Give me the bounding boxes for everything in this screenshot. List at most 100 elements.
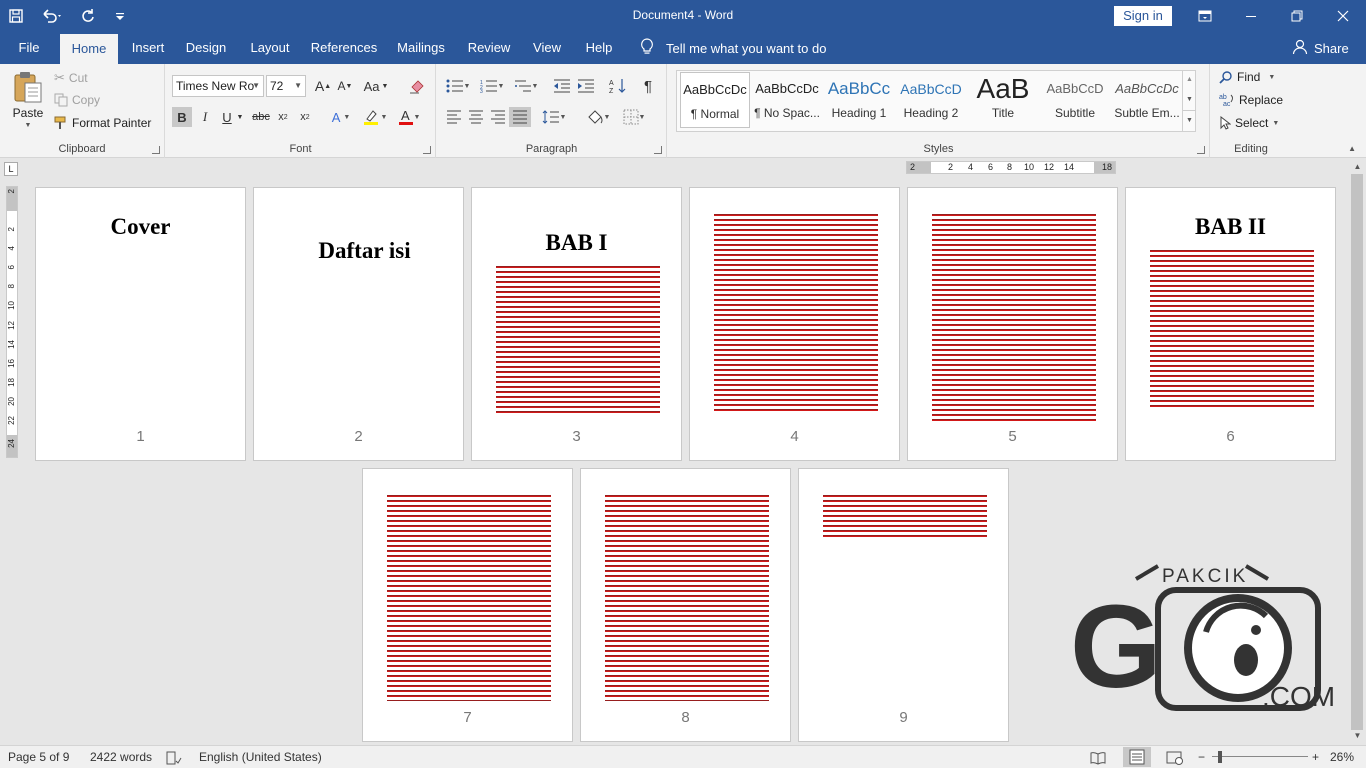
vertical-ruler[interactable]: 2 2 4 6 8 10 12 14 16 18 20 22 24 <box>6 186 18 458</box>
line-spacing-icon[interactable]: ▼ <box>539 107 569 127</box>
proofing-icon[interactable] <box>166 750 182 765</box>
multilevel-list-icon[interactable]: ▼ <box>511 76 541 96</box>
numbering-icon[interactable]: 1 2 3 ▼ <box>477 76 507 96</box>
align-left-icon[interactable] <box>443 107 465 127</box>
tab-layout[interactable]: Layout <box>244 32 296 64</box>
minimize-icon[interactable] <box>1228 0 1274 32</box>
horizontal-ruler[interactable]: 2 2 4 6 8 10 12 14 18 <box>906 161 1116 174</box>
bold-icon[interactable]: B <box>172 107 192 127</box>
superscript-icon[interactable]: x2 <box>294 107 316 127</box>
page-thumbnail-3[interactable]: BAB I 3 <box>471 187 682 461</box>
style-subtle-emphasis[interactable]: AaBbCcDc Subtle Em... <box>1112 72 1182 128</box>
read-mode-icon[interactable] <box>1090 750 1106 765</box>
page-count-status[interactable]: Page 5 of 9 <box>8 746 69 768</box>
font-dialog-launcher-icon[interactable] <box>423 146 431 154</box>
restore-icon[interactable] <box>1274 0 1320 32</box>
align-center-icon[interactable] <box>465 107 487 127</box>
cut-button[interactable]: ✂ Cut <box>54 70 88 86</box>
tab-review[interactable]: Review <box>464 32 514 64</box>
styles-more-icon[interactable]: ▼ <box>1183 110 1196 130</box>
zoom-level[interactable]: 26% <box>1330 746 1354 768</box>
page-thumbnail-1[interactable]: Cover 1 <box>35 187 246 461</box>
text-effects-icon[interactable]: A ▼ <box>326 107 356 127</box>
sort-icon[interactable]: AZ <box>607 76 629 96</box>
paste-button[interactable]: Paste ▼ <box>8 70 48 129</box>
style-title[interactable]: AaB Title <box>968 72 1038 128</box>
tab-selector-icon[interactable]: L <box>4 162 18 176</box>
find-button[interactable]: Find ▼ <box>1219 70 1275 84</box>
italic-icon[interactable]: I <box>194 107 216 127</box>
strikethrough-icon[interactable]: abc <box>250 107 272 127</box>
print-layout-icon[interactable] <box>1123 747 1151 767</box>
vertical-scrollbar[interactable]: ▲ ▼ <box>1349 158 1366 745</box>
page-thumbnail-5[interactable]: 5 <box>907 187 1118 461</box>
select-button[interactable]: Select ▼ <box>1219 116 1279 130</box>
underline-dropdown-icon[interactable]: ▼ <box>234 107 246 127</box>
clipboard-dialog-launcher-icon[interactable] <box>152 146 160 154</box>
save-icon[interactable] <box>0 0 32 32</box>
copy-button[interactable]: Copy <box>54 93 100 107</box>
increase-indent-icon[interactable] <box>575 76 597 96</box>
format-painter-button[interactable]: Format Painter <box>54 116 151 130</box>
style-heading-2[interactable]: AaBbCcD Heading 2 <box>896 72 966 128</box>
style-normal[interactable]: AaBbCcDc ¶ Normal <box>680 72 750 128</box>
ribbon-display-options-icon[interactable] <box>1182 0 1228 32</box>
styles-scroll-up-icon[interactable]: ▲ <box>1183 70 1196 90</box>
tab-home[interactable]: Home <box>60 34 118 64</box>
subscript-icon[interactable]: x2 <box>272 107 294 127</box>
highlight-color-icon[interactable]: ▼ <box>360 107 390 127</box>
borders-icon[interactable]: ▼ <box>619 107 649 127</box>
tab-mailings[interactable]: Mailings <box>392 32 450 64</box>
change-case-icon[interactable]: Aa ▼ <box>362 76 390 96</box>
tell-me-box[interactable]: Tell me what you want to do <box>640 32 826 64</box>
customize-toolbar-icon[interactable] <box>104 0 136 32</box>
undo-icon[interactable] <box>32 0 72 32</box>
page-thumbnail-9[interactable]: 9 <box>798 468 1009 742</box>
shading-icon[interactable]: ▼ <box>583 107 613 127</box>
page-thumbnail-8[interactable]: 8 <box>580 468 791 742</box>
paragraph-dialog-launcher-icon[interactable] <box>654 146 662 154</box>
style-heading-1[interactable]: AaBbCc Heading 1 <box>824 72 894 128</box>
grow-font-icon[interactable]: A ▲ <box>312 76 334 96</box>
redo-icon[interactable] <box>72 0 104 32</box>
justify-icon[interactable] <box>509 107 531 127</box>
font-name-combo[interactable]: Times New Ro ▼ <box>172 75 264 97</box>
scroll-up-icon[interactable]: ▲ <box>1349 160 1366 174</box>
style-no-spacing[interactable]: AaBbCcDc ¶ No Spac... <box>752 72 822 128</box>
sign-in-button[interactable]: Sign in <box>1114 6 1172 26</box>
page-thumbnail-6[interactable]: BAB II 6 <box>1125 187 1336 461</box>
tab-view[interactable]: View <box>526 32 568 64</box>
styles-scroll-down-icon[interactable]: ▼ <box>1183 90 1196 110</box>
bullets-icon[interactable]: ▼ <box>443 76 473 96</box>
style-subtitle[interactable]: AaBbCcD Subtitle <box>1040 72 1110 128</box>
clear-formatting-icon[interactable] <box>406 76 428 96</box>
replace-button[interactable]: ab ac Replace <box>1219 93 1283 107</box>
word-count-status[interactable]: 2422 words <box>90 746 152 768</box>
font-color-icon[interactable]: A ▼ <box>394 107 424 127</box>
page-thumbnail-7[interactable]: 7 <box>362 468 573 742</box>
shrink-font-icon[interactable]: A ▼ <box>334 76 356 96</box>
page-thumbnail-4[interactable]: 4 <box>689 187 900 461</box>
show-formatting-marks-icon[interactable]: ¶ <box>637 76 659 96</box>
zoom-out-button[interactable]: − <box>1198 746 1205 768</box>
page-thumbnail-2[interactable]: Daftar isi 2 <box>253 187 464 461</box>
tab-references[interactable]: References <box>306 32 382 64</box>
web-layout-icon[interactable] <box>1166 750 1184 765</box>
scroll-down-icon[interactable]: ▼ <box>1349 729 1366 743</box>
align-right-icon[interactable] <box>487 107 509 127</box>
decrease-indent-icon[interactable] <box>551 76 573 96</box>
scrollbar-thumb[interactable] <box>1351 174 1363 730</box>
zoom-slider[interactable] <box>1212 756 1308 757</box>
collapse-ribbon-icon[interactable]: ▲ <box>1348 144 1356 153</box>
language-status[interactable]: English (United States) <box>199 746 322 768</box>
zoom-slider-thumb[interactable] <box>1218 751 1222 763</box>
zoom-in-button[interactable]: + <box>1312 746 1319 768</box>
tab-file[interactable]: File <box>10 32 48 64</box>
tab-help[interactable]: Help <box>578 32 620 64</box>
styles-dialog-launcher-icon[interactable] <box>1197 146 1205 154</box>
tab-design[interactable]: Design <box>182 32 230 64</box>
share-button[interactable]: Share <box>1292 32 1349 64</box>
font-size-combo[interactable]: 72 ▼ <box>266 75 306 97</box>
close-icon[interactable] <box>1320 0 1366 32</box>
tab-insert[interactable]: Insert <box>126 32 170 64</box>
